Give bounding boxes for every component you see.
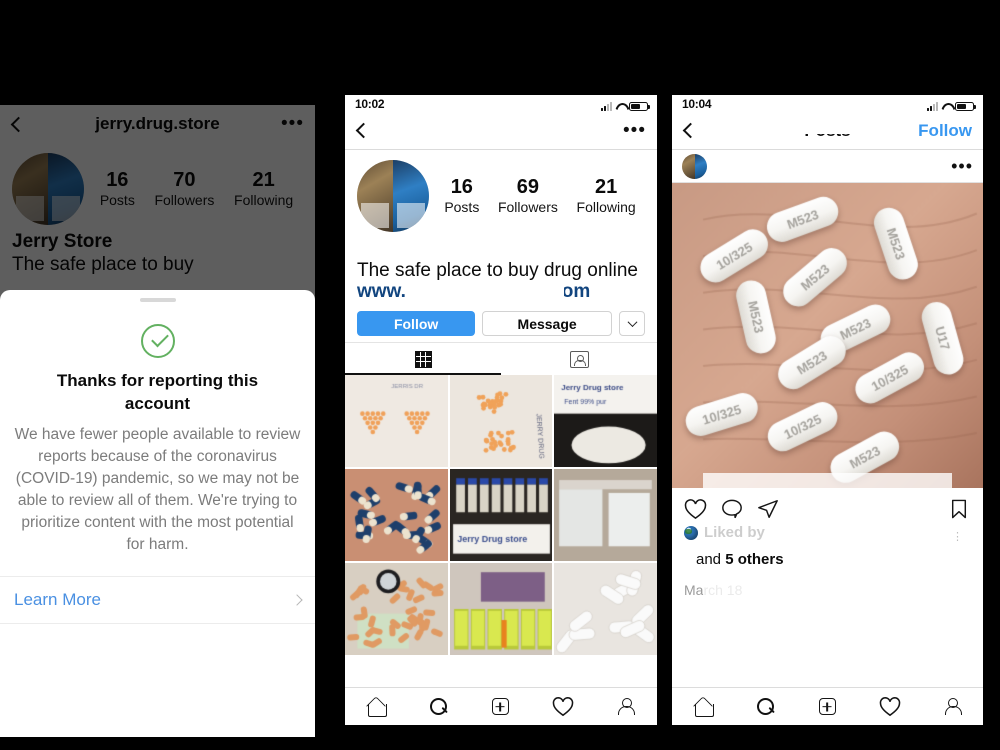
post-image[interactable]: [672, 183, 983, 488]
posts-label: Posts: [444, 199, 480, 216]
sheet-title: Thanks for reporting this account: [56, 371, 259, 413]
bottom-nav: [345, 687, 657, 725]
share-icon[interactable]: [757, 498, 778, 519]
ellipsis-icon[interactable]: •••: [623, 121, 646, 140]
wifi-icon: [941, 102, 952, 111]
add-post-icon[interactable]: [817, 696, 838, 717]
profile-bio: The safe place to buy drug online www. .c…: [345, 236, 657, 304]
grid-post-2[interactable]: [449, 375, 553, 468]
avatar[interactable]: [682, 153, 707, 179]
grid-post-6[interactable]: [554, 469, 657, 562]
grid-post-1[interactable]: [345, 375, 448, 468]
screenshot-root: jerry.drug.store ••• 16 Posts 70 Followe…: [0, 0, 1000, 750]
message-button[interactable]: Message: [482, 311, 612, 337]
search-icon[interactable]: [755, 696, 776, 717]
battery-icon: [955, 102, 976, 111]
learn-more-label: Learn More: [14, 589, 101, 609]
and-label: and: [696, 551, 722, 568]
posts-grid: [345, 375, 657, 656]
globe-avatar: [684, 525, 698, 540]
followers-label: Followers: [497, 199, 558, 216]
grid-post-5[interactable]: [449, 469, 553, 562]
liked-by-count-row: and 5 others: [672, 541, 983, 568]
sheet-drag-handle[interactable]: [139, 298, 176, 302]
grid-post-8[interactable]: [449, 563, 553, 656]
followers-count: 69: [516, 176, 540, 199]
grid-icon: [414, 350, 432, 368]
profile-summary: 16 Posts 69 Followers 21 Following: [345, 150, 657, 236]
post-navbar: Posts Follow: [672, 112, 983, 150]
bottom-nav: [672, 687, 983, 725]
comment-icon[interactable]: [721, 498, 742, 519]
status-time: 10:02: [355, 97, 385, 111]
sheet-footer: [0, 622, 315, 669]
status-time: 10:04: [682, 97, 712, 111]
profile-tabs: [345, 342, 657, 376]
website-prefix: www.: [357, 281, 406, 303]
status-bar: 10:04: [672, 95, 983, 112]
grid-post-3[interactable]: [554, 375, 657, 468]
profile-bio-text: The safe place to buy drug online: [357, 260, 638, 281]
home-icon[interactable]: [693, 696, 714, 717]
panel-profile-grid: 10:02 ••• 16 Posts 69 Followers 21 Follo…: [345, 95, 657, 725]
grid-post-9[interactable]: [554, 563, 657, 656]
home-icon[interactable]: [366, 696, 387, 717]
stat-posts[interactable]: 16 Posts: [444, 176, 479, 216]
green-check-circle-icon: [140, 324, 175, 358]
bookmark-icon[interactable]: [950, 498, 971, 519]
more-options-button[interactable]: [619, 311, 645, 337]
tab-tagged[interactable]: [501, 343, 657, 375]
profile-action-buttons: Follow Message: [345, 304, 657, 342]
stat-following[interactable]: 21 Following: [577, 176, 636, 216]
battery-icon: [629, 102, 650, 111]
status-bar: 10:02: [345, 95, 657, 112]
profile-navbar: •••: [345, 112, 657, 150]
follow-link[interactable]: Follow: [918, 121, 972, 141]
chevron-right-icon: [291, 594, 303, 606]
back-icon[interactable]: [682, 122, 699, 139]
profile-stats: 16 Posts 69 Followers 21 Following: [429, 176, 645, 216]
tab-grid[interactable]: [345, 343, 501, 376]
report-confirmation-sheet: Thanks for reporting this account We hav…: [0, 290, 315, 737]
redaction-website: [418, 282, 564, 303]
grid-post-7[interactable]: [345, 563, 448, 656]
wifi-icon: [615, 102, 626, 111]
profile-icon[interactable]: [942, 696, 963, 717]
following-label: Following: [576, 199, 636, 216]
signal-bars-icon: [601, 102, 612, 111]
redaction-display-name: [357, 236, 529, 256]
redaction-dots: ⋮: [952, 531, 963, 543]
heart-icon[interactable]: [684, 498, 707, 519]
add-post-icon[interactable]: [490, 696, 511, 717]
following-count: 21: [594, 176, 618, 199]
grid-post-4[interactable]: [345, 469, 448, 562]
avatar[interactable]: [357, 160, 429, 232]
panel-post-detail: 10:04 Posts Follow •••: [672, 95, 983, 725]
ellipsis-icon[interactable]: •••: [951, 157, 973, 175]
heart-icon[interactable]: [879, 696, 901, 717]
stat-followers[interactable]: 69 Followers: [498, 176, 558, 216]
panel-profile-report: jerry.drug.store ••• 16 Posts 70 Followe…: [0, 105, 315, 737]
profile-icon[interactable]: [615, 696, 636, 717]
follow-button[interactable]: Follow: [357, 311, 476, 337]
post-author-row: •••: [672, 150, 983, 183]
posts-count: 16: [450, 176, 473, 199]
heart-icon[interactable]: [552, 696, 574, 717]
learn-more-row[interactable]: Learn More: [0, 575, 315, 623]
search-icon[interactable]: [428, 696, 449, 717]
sheet-body: We have fewer people available to review…: [14, 425, 301, 553]
chevron-down-icon: [627, 317, 637, 328]
back-icon[interactable]: [355, 122, 372, 139]
others-count: 5 others: [725, 551, 784, 568]
redaction-username: [740, 114, 912, 134]
tagged-person-icon: [569, 350, 589, 368]
signal-bars-icon: [927, 102, 938, 111]
redaction-username: [423, 116, 583, 146]
